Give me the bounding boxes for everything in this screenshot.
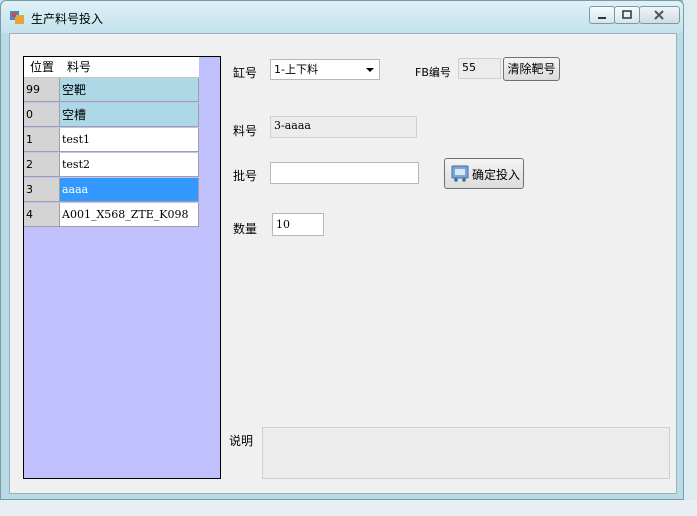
cell-position: 2 bbox=[24, 153, 60, 177]
part-number-field[interactable]: 3-aaaa bbox=[270, 116, 417, 138]
cart-icon bbox=[451, 165, 469, 182]
table-row-selected[interactable]: 3 aaaa bbox=[24, 178, 199, 202]
table-row[interactable]: 99 空靶 bbox=[24, 78, 199, 102]
clear-target-button[interactable]: 清除靶号 bbox=[503, 57, 560, 81]
app-icon bbox=[10, 11, 24, 24]
cell-part-no: A001_X568_ZTE_K098 bbox=[60, 203, 199, 227]
table-row[interactable]: 4 A001_X568_ZTE_K098 bbox=[24, 203, 199, 227]
main-window: 生产料号投入 位置 料号 99 空靶 0 空槽 1 test1 2 test2 … bbox=[0, 0, 684, 500]
table-row[interactable]: 0 空槽 bbox=[24, 103, 199, 127]
column-header-position[interactable]: 位置 bbox=[24, 57, 60, 77]
part-label: 料号 bbox=[233, 124, 258, 138]
minimize-button[interactable] bbox=[589, 6, 615, 24]
grid-header: 位置 料号 bbox=[24, 57, 199, 78]
quantity-input[interactable]: 10 bbox=[272, 213, 324, 236]
note-field[interactable] bbox=[262, 427, 670, 479]
desktop-background-bottom bbox=[0, 500, 697, 516]
cell-part-no: aaaa bbox=[60, 178, 199, 202]
window-title: 生产料号投入 bbox=[31, 12, 104, 26]
maximize-button[interactable] bbox=[614, 6, 640, 24]
confirm-input-button[interactable]: 确定投入 bbox=[444, 158, 524, 189]
batch-input[interactable] bbox=[270, 162, 419, 184]
cell-position: 99 bbox=[24, 78, 60, 102]
cell-position: 0 bbox=[24, 103, 60, 127]
cylinder-label: 缸号 bbox=[233, 66, 258, 80]
cell-position: 4 bbox=[24, 203, 60, 227]
confirm-input-label: 确定投入 bbox=[472, 168, 521, 182]
cell-position: 1 bbox=[24, 128, 60, 152]
column-header-part-no[interactable]: 料号 bbox=[61, 57, 199, 77]
cell-part-no: test1 bbox=[60, 128, 199, 152]
cylinder-select[interactable]: 1-上下料 bbox=[270, 59, 380, 80]
maximize-icon bbox=[622, 10, 632, 19]
close-button[interactable] bbox=[639, 6, 680, 24]
cylinder-select-value: 1-上下料 bbox=[274, 63, 318, 76]
title-bar[interactable]: 生产料号投入 bbox=[1, 1, 683, 33]
minimize-icon bbox=[598, 17, 606, 19]
quantity-label: 数量 bbox=[233, 222, 258, 236]
fb-label: FB编号 bbox=[415, 66, 451, 79]
close-icon bbox=[654, 10, 664, 20]
desktop-background-right bbox=[683, 0, 697, 516]
cell-part-no: 空槽 bbox=[60, 103, 199, 127]
batch-label: 批号 bbox=[233, 169, 258, 183]
part-grid[interactable]: 位置 料号 99 空靶 0 空槽 1 test1 2 test2 3 aaaa bbox=[23, 56, 221, 479]
client-area: 位置 料号 99 空靶 0 空槽 1 test1 2 test2 3 aaaa bbox=[9, 33, 677, 494]
table-row[interactable]: 1 test1 bbox=[24, 128, 199, 152]
fb-number-field[interactable]: 55 bbox=[458, 58, 501, 79]
note-label: 说明 bbox=[229, 434, 254, 448]
cell-part-no: 空靶 bbox=[60, 78, 199, 102]
chevron-down-icon bbox=[366, 68, 374, 72]
cell-part-no: test2 bbox=[60, 153, 199, 177]
cell-position: 3 bbox=[24, 178, 60, 202]
table-row[interactable]: 2 test2 bbox=[24, 153, 199, 177]
